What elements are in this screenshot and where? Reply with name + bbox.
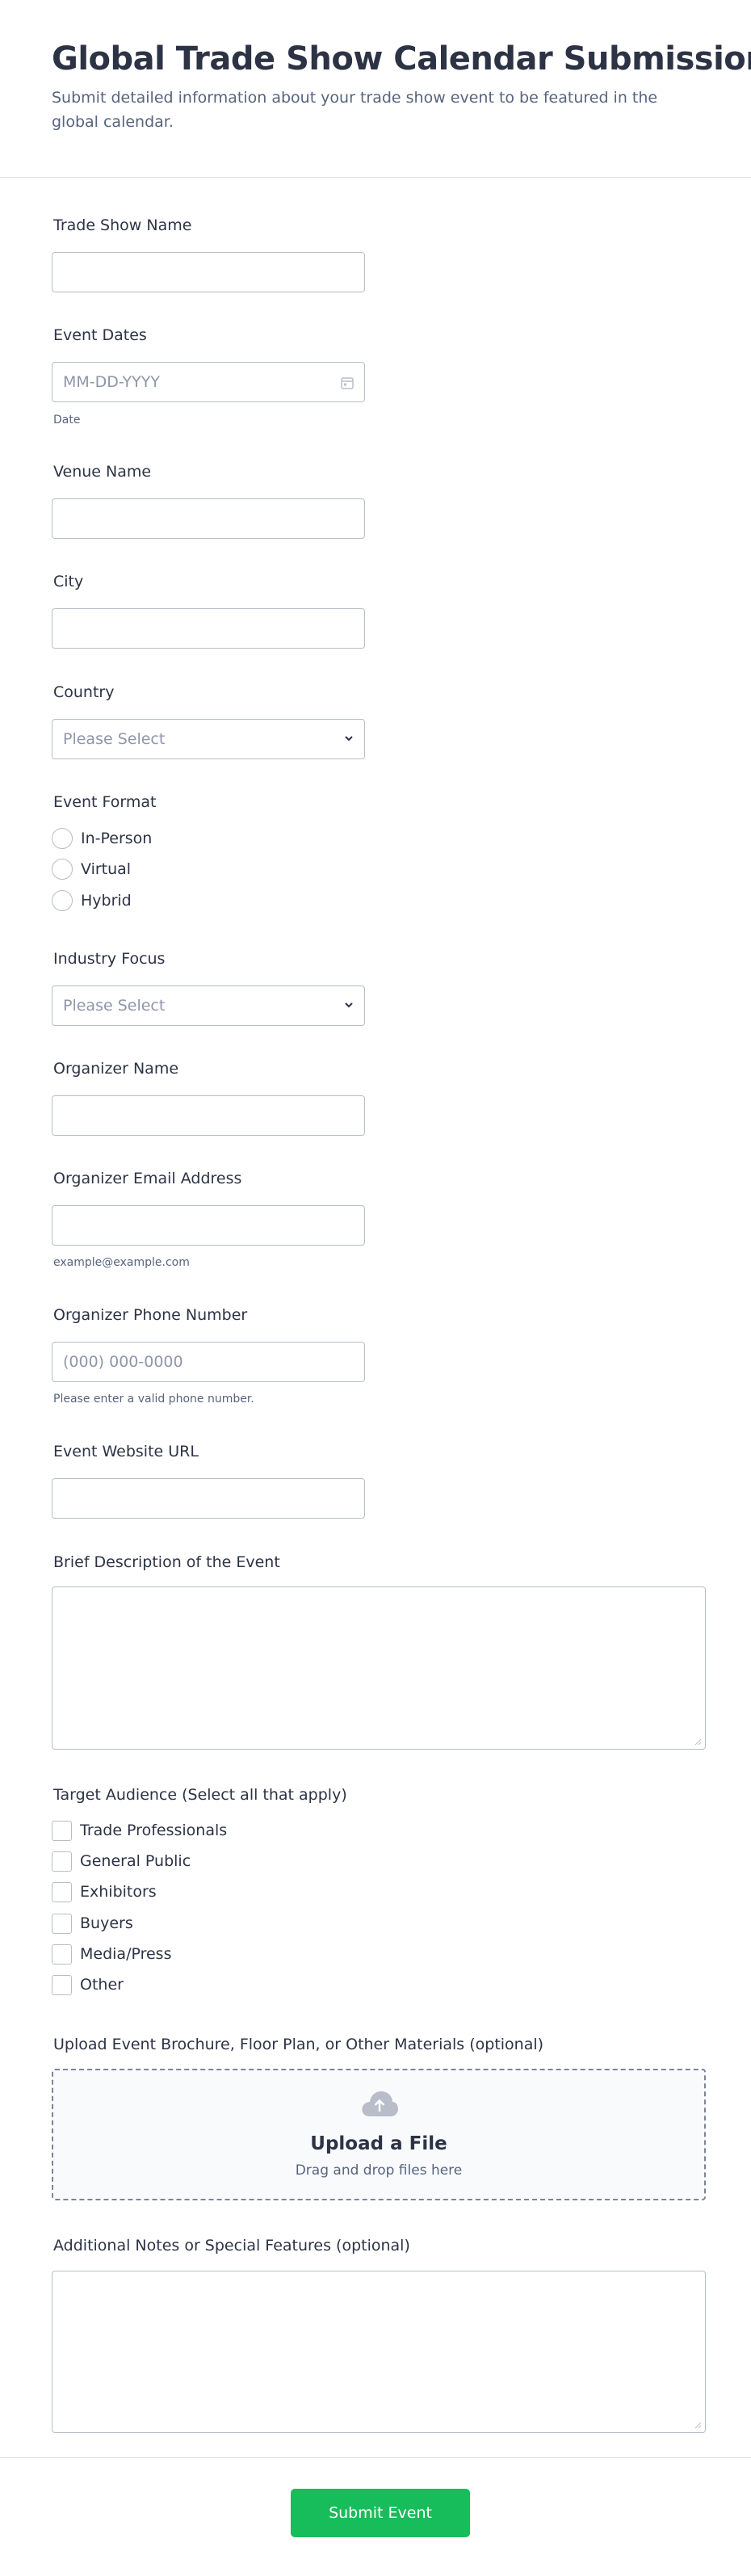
checkbox[interactable] (52, 1944, 72, 1965)
organizer-email-input[interactable] (52, 1205, 365, 1246)
form-footer: Submit Event (0, 2457, 751, 2576)
organizer-phone-input[interactable]: (000) 000-0000 (52, 1342, 365, 1382)
radio-button[interactable] (52, 890, 73, 911)
form-header: Global Trade Show Calendar Submission Su… (0, 0, 751, 178)
radio-option-in-person[interactable]: In-Person (52, 826, 152, 851)
calendar-icon[interactable] (340, 376, 355, 390)
checkbox-label: Media/Press (80, 1945, 172, 1963)
checkbox-label: Other (80, 1976, 124, 1994)
checkbox[interactable] (52, 1881, 72, 1902)
industry-focus-label: Industry Focus (53, 950, 166, 968)
checkbox-label: Exhibitors (80, 1883, 157, 1901)
organizer-email-sublabel: example@example.com (53, 1256, 190, 1269)
upload-label: Upload Event Brochure, Floor Plan, or Ot… (53, 2036, 544, 2053)
organizer-phone-sublabel: Please enter a valid phone number. (53, 1393, 254, 1406)
radio-label: Hybrid (81, 892, 132, 910)
description-label: Brief Description of the Event (53, 1553, 280, 1571)
form-title: Global Trade Show Calendar Submission (52, 40, 751, 78)
cloud-upload-icon (362, 2091, 398, 2116)
radio-label: In-Person (81, 830, 153, 847)
organizer-email-label: Organizer Email Address (53, 1170, 242, 1187)
radio-button[interactable] (52, 859, 73, 880)
event-dates-placeholder: MM-DD-YYYY (63, 373, 160, 391)
checkbox-option-buyers[interactable]: Buyers (52, 1911, 133, 1935)
form-card: Global Trade Show Calendar Submission Su… (0, 0, 751, 2576)
checkbox-label: Buyers (80, 1914, 133, 1932)
country-selected-value: Please Select (63, 730, 166, 748)
radio-option-hybrid[interactable]: Hybrid (52, 889, 132, 913)
resize-handle-icon[interactable] (694, 2421, 702, 2429)
trade-show-name-input[interactable] (52, 252, 365, 292)
radio-option-virtual[interactable]: Virtual (52, 857, 131, 881)
checkbox-label: Trade Professionals (80, 1822, 228, 1839)
checkbox-option-trade-professionals[interactable]: Trade Professionals (52, 1818, 227, 1843)
checkbox[interactable] (52, 1820, 72, 1841)
organizer-name-input[interactable] (52, 1095, 365, 1136)
upload-title: Upload a File (310, 2133, 447, 2154)
organizer-phone-placeholder: (000) 000-0000 (63, 1353, 183, 1371)
form-subtitle: Submit detailed information about your t… (52, 89, 658, 131)
checkbox-option-other[interactable]: Other (52, 1973, 124, 1997)
industry-focus-selected-value: Please Select (63, 997, 166, 1015)
upload-subtitle: Drag and drop files here (295, 2162, 463, 2179)
checkbox[interactable] (52, 1974, 72, 1995)
file-upload-dropzone[interactable]: Upload a File Drag and drop files here (52, 2069, 706, 2200)
organizer-name-label: Organizer Name (53, 1060, 179, 1078)
description-textarea[interactable] (52, 1586, 706, 1750)
checkbox-option-general-public[interactable]: General Public (52, 1849, 191, 1873)
submit-button[interactable]: Submit Event (291, 2489, 470, 2537)
event-website-label: Event Website URL (53, 1443, 199, 1460)
country-select[interactable]: Please Select (52, 719, 365, 759)
chevron-down-icon (345, 1002, 353, 1008)
checkbox-label: General Public (80, 1852, 191, 1870)
checkbox[interactable] (52, 1851, 72, 1872)
event-format-label: Event Format (53, 793, 157, 811)
radio-label: Virtual (81, 860, 132, 878)
organizer-phone-label: Organizer Phone Number (53, 1306, 248, 1324)
notes-label: Additional Notes or Special Features (op… (53, 2237, 410, 2255)
trade-show-name-label: Trade Show Name (53, 216, 192, 234)
venue-name-input[interactable] (52, 498, 365, 539)
event-dates-label: Event Dates (53, 326, 147, 344)
country-label: Country (53, 683, 115, 701)
event-website-input[interactable] (52, 1478, 365, 1519)
event-dates-sublabel: Date (53, 414, 81, 427)
chevron-down-icon (345, 736, 353, 742)
radio-button[interactable] (52, 828, 73, 849)
checkbox-option-media-press[interactable]: Media/Press (52, 1942, 171, 1966)
event-dates-input[interactable]: MM-DD-YYYY (52, 362, 365, 402)
notes-textarea[interactable] (52, 2271, 706, 2433)
checkbox-option-exhibitors[interactable]: Exhibitors (52, 1880, 157, 1904)
industry-focus-select[interactable]: Please Select (52, 985, 365, 1026)
resize-handle-icon[interactable] (694, 1738, 702, 1746)
city-label: City (53, 573, 84, 590)
checkbox[interactable] (52, 1913, 72, 1934)
city-input[interactable] (52, 608, 365, 649)
target-audience-label: Target Audience (Select all that apply) (53, 1786, 347, 1804)
venue-name-label: Venue Name (53, 463, 152, 481)
